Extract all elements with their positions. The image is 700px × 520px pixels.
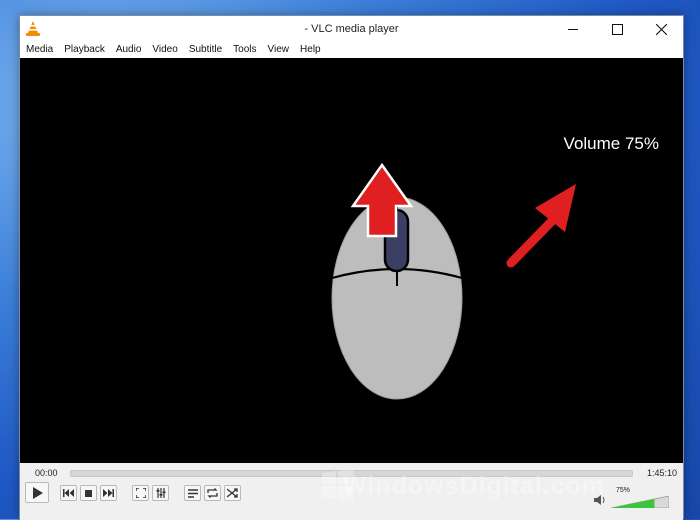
minimize-button[interactable]	[551, 16, 595, 42]
play-button[interactable]	[25, 482, 49, 503]
video-overlay	[331, 162, 576, 400]
fullscreen-button[interactable]	[132, 485, 149, 501]
maximize-button[interactable]	[595, 16, 639, 42]
shuffle-button[interactable]	[224, 485, 241, 501]
video-area[interactable]: Volume 75%	[20, 58, 683, 463]
pointer-arrow-icon	[506, 184, 576, 268]
menu-view[interactable]: View	[262, 42, 295, 58]
close-button[interactable]	[639, 16, 683, 42]
volume-percent-label: 75%	[616, 487, 631, 494]
shuffle-icon	[227, 488, 238, 498]
minimize-icon	[568, 28, 578, 30]
playlist-icon	[187, 488, 198, 498]
vlc-window: - VLC media player Media Playback Audio …	[19, 15, 684, 520]
extended-settings-icon	[156, 488, 165, 498]
total-time: 1:45:10	[646, 468, 677, 478]
menu-media[interactable]: Media	[20, 42, 58, 58]
loop-icon	[207, 488, 218, 498]
elapsed-time: 00:00	[35, 468, 58, 478]
menu-video[interactable]: Video	[146, 42, 182, 58]
playlist-button[interactable]	[184, 485, 201, 501]
menu-bar: Media Playback Audio Video Subtitle Tool…	[20, 42, 683, 58]
play-icon	[32, 486, 43, 499]
volume-slider[interactable]	[611, 496, 669, 508]
extended-settings-button[interactable]	[152, 485, 169, 501]
menu-playback[interactable]: Playback	[58, 42, 110, 58]
menu-audio[interactable]: Audio	[110, 42, 147, 58]
title-bar: - VLC media player	[20, 16, 683, 42]
fullscreen-icon	[135, 488, 146, 498]
next-button[interactable]	[100, 485, 117, 501]
menu-subtitle[interactable]: Subtitle	[183, 42, 227, 58]
menu-tools[interactable]: Tools	[227, 42, 261, 58]
maximize-icon	[611, 23, 623, 35]
previous-icon	[63, 489, 74, 497]
stop-button[interactable]	[80, 485, 97, 501]
stop-icon	[85, 489, 92, 497]
next-icon	[103, 489, 114, 497]
menu-help[interactable]: Help	[294, 42, 326, 58]
watermark-text: WindowsDigital.com	[343, 472, 606, 500]
close-icon	[655, 23, 667, 35]
loop-button[interactable]	[204, 485, 221, 501]
previous-button[interactable]	[60, 485, 77, 501]
